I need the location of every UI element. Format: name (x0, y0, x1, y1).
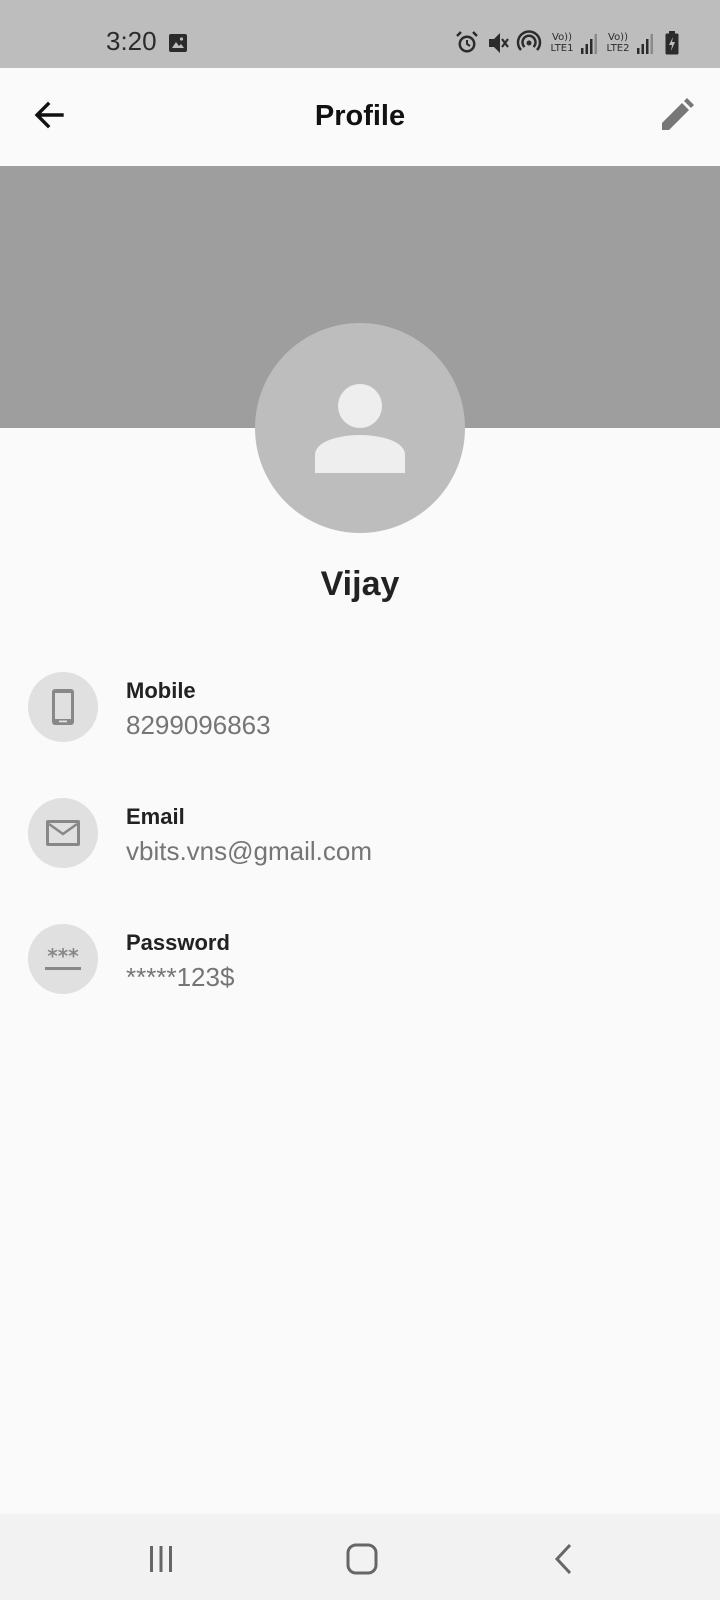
password-icon: *** (45, 944, 81, 970)
system-nav-bar (0, 1514, 720, 1600)
email-label: Email (126, 804, 185, 829)
sim2-label: LTE2 (606, 43, 630, 54)
volte-label-2: Vo)) (608, 32, 628, 43)
back-icon[interactable] (539, 1534, 589, 1584)
avatar (255, 323, 465, 533)
home-icon[interactable] (337, 1534, 387, 1584)
signal-icon (581, 34, 597, 54)
recents-icon[interactable] (136, 1534, 186, 1584)
password-label: Password (126, 930, 230, 955)
mobile-icon-circle (28, 672, 98, 742)
status-time: 3:20 (106, 26, 157, 56)
pencil-icon[interactable] (656, 96, 696, 136)
app-bar: Profile (0, 68, 720, 166)
mobile-value: 8299096863 (126, 710, 271, 740)
hotspot-icon (516, 30, 542, 51)
page-title: Profile (314, 100, 406, 132)
status-bar: 3:20 Vo)) LTE1 Vo)) LTE2 (0, 0, 720, 68)
image-icon (169, 34, 187, 52)
email-icon-circle (28, 798, 98, 868)
password-icon-circle: *** (28, 924, 98, 994)
mobile-row: Mobile 8299096863 (0, 672, 720, 752)
sim1-label: LTE1 (550, 43, 574, 54)
mail-icon (46, 820, 80, 846)
password-value: *****123$ (126, 962, 235, 992)
email-row: Email vbits.vns@gmail.com (0, 798, 720, 878)
phone-icon (52, 689, 74, 725)
signal-icon (637, 34, 653, 54)
email-value: vbits.vns@gmail.com (126, 836, 373, 866)
alarm-icon (456, 31, 478, 53)
battery-charging-icon (665, 31, 679, 55)
profile-name: Vijay (320, 565, 400, 603)
volte-label: Vo)) (552, 32, 572, 43)
svg-text:***: *** (47, 944, 79, 968)
password-row: *** Password *****123$ (0, 924, 720, 1004)
mute-icon (489, 33, 509, 53)
person-icon (315, 384, 405, 473)
mobile-label: Mobile (126, 678, 196, 703)
